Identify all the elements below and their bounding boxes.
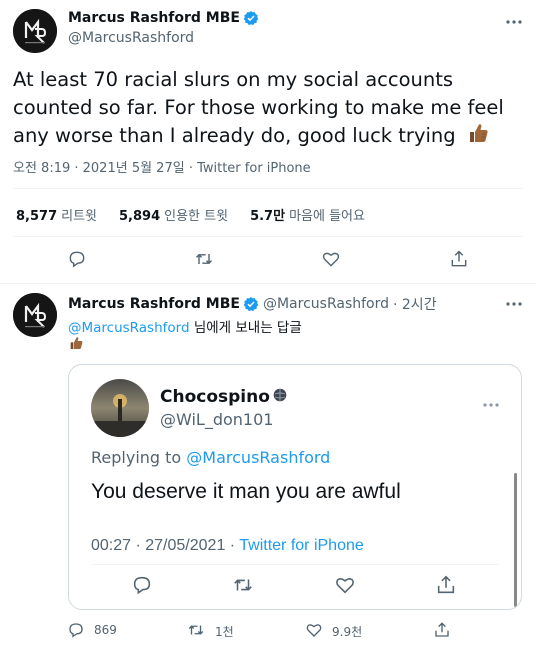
avatar[interactable] <box>13 9 57 53</box>
quoted-replying-mention: @MarcusRashford <box>186 448 331 467</box>
quoted-avatar <box>91 379 149 437</box>
verified-badge-icon <box>243 10 259 26</box>
reply-count[interactable]: 869 <box>94 623 117 637</box>
author-name-row: Marcus Rashford MBE <box>68 10 259 26</box>
quoted-tweet-text: You deserve it man you are awful <box>91 480 401 503</box>
quote-count-value: 5,894 <box>119 209 161 224</box>
like-count-label: 마음에 들어요 <box>289 209 365 224</box>
quoted-source: Twitter for iPhone <box>239 537 364 554</box>
thumbs-up-icon <box>466 121 490 153</box>
scrollbar <box>514 473 517 607</box>
more-options-icon[interactable] <box>504 12 524 32</box>
quoted-replying-to: Replying to @MarcusRashford <box>91 448 330 467</box>
globe-badge-icon <box>273 387 287 407</box>
reply-icon <box>131 574 153 600</box>
avatar[interactable] <box>13 293 57 337</box>
quoted-time: 00:27 · 27/05/2021 · <box>91 537 240 554</box>
like-icon[interactable] <box>305 621 323 639</box>
divider <box>0 283 536 284</box>
author-handle[interactable]: @MarcusRashford <box>263 296 389 312</box>
share-icon[interactable] <box>449 249 469 269</box>
retweet-count-value: 8,577 <box>16 209 58 224</box>
like-count[interactable]: 9.9천 <box>332 623 362 640</box>
quoted-author-row: Chocospino <box>160 387 287 407</box>
more-options-icon <box>482 393 500 407</box>
like-count[interactable]: 5.7만 마음에 들어요 <box>250 205 365 224</box>
divider <box>13 188 523 189</box>
retweet-count[interactable]: 8,577 리트윗 <box>16 205 97 224</box>
reply-context: @MarcusRashford 님에게 보내는 답글 <box>68 316 302 336</box>
like-icon <box>334 574 356 600</box>
share-icon[interactable] <box>433 621 451 639</box>
reply-context-suffix: 님에게 보내는 답글 <box>189 320 302 336</box>
retweet-icon[interactable] <box>194 249 214 269</box>
divider <box>91 564 499 565</box>
more-options-icon[interactable] <box>504 294 524 314</box>
quote-count-label: 인용한 트윗 <box>164 209 229 224</box>
retweet-icon[interactable] <box>187 621 205 639</box>
like-icon[interactable] <box>321 249 341 269</box>
author-handle[interactable]: @MarcusRashford <box>68 30 194 46</box>
author-display-name[interactable]: Marcus Rashford MBE <box>68 10 240 26</box>
tweet-timestamp[interactable]: 오전 8:19 · 2021년 5월 27일 · Twitter for iPh… <box>13 157 311 176</box>
reply-icon[interactable] <box>67 621 85 639</box>
quoted-display-name: Chocospino <box>160 387 270 407</box>
author-name-row: Marcus Rashford MBE @MarcusRashford · 2시… <box>68 294 437 314</box>
author-display-name[interactable]: Marcus Rashford MBE <box>68 296 240 312</box>
quoted-replying-prefix: Replying to <box>91 448 187 467</box>
thumbs-up-icon <box>68 335 84 355</box>
reply-mention-link[interactable]: @MarcusRashford <box>68 320 190 336</box>
divider <box>13 236 523 237</box>
tweet-time[interactable]: · 2시간 <box>393 294 437 314</box>
retweet-count[interactable]: 1천 <box>215 623 234 640</box>
share-icon <box>435 574 457 600</box>
quoted-timestamp: 00:27 · 27/05/2021 · Twitter for iPhone <box>91 537 364 555</box>
tweet-text-body: At least 70 racial slurs on my social ac… <box>13 68 504 147</box>
attached-image[interactable]: Chocospino @WiL_don101 Replying to @Marc… <box>68 364 522 610</box>
quoted-handle: @WiL_don101 <box>160 410 274 429</box>
verified-badge-icon <box>243 296 259 312</box>
reply-icon[interactable] <box>67 249 87 269</box>
tweet-stats: 8,577 리트윗 5,894 인용한 트윗 5.7만 마음에 들어요 <box>16 205 365 224</box>
quote-count[interactable]: 5,894 인용한 트윗 <box>119 205 228 224</box>
tweet-text: At least 70 racial slurs on my social ac… <box>13 66 518 153</box>
retweet-count-label: 리트윗 <box>61 209 98 224</box>
retweet-icon <box>232 574 254 600</box>
like-count-value: 5.7만 <box>250 209 286 224</box>
